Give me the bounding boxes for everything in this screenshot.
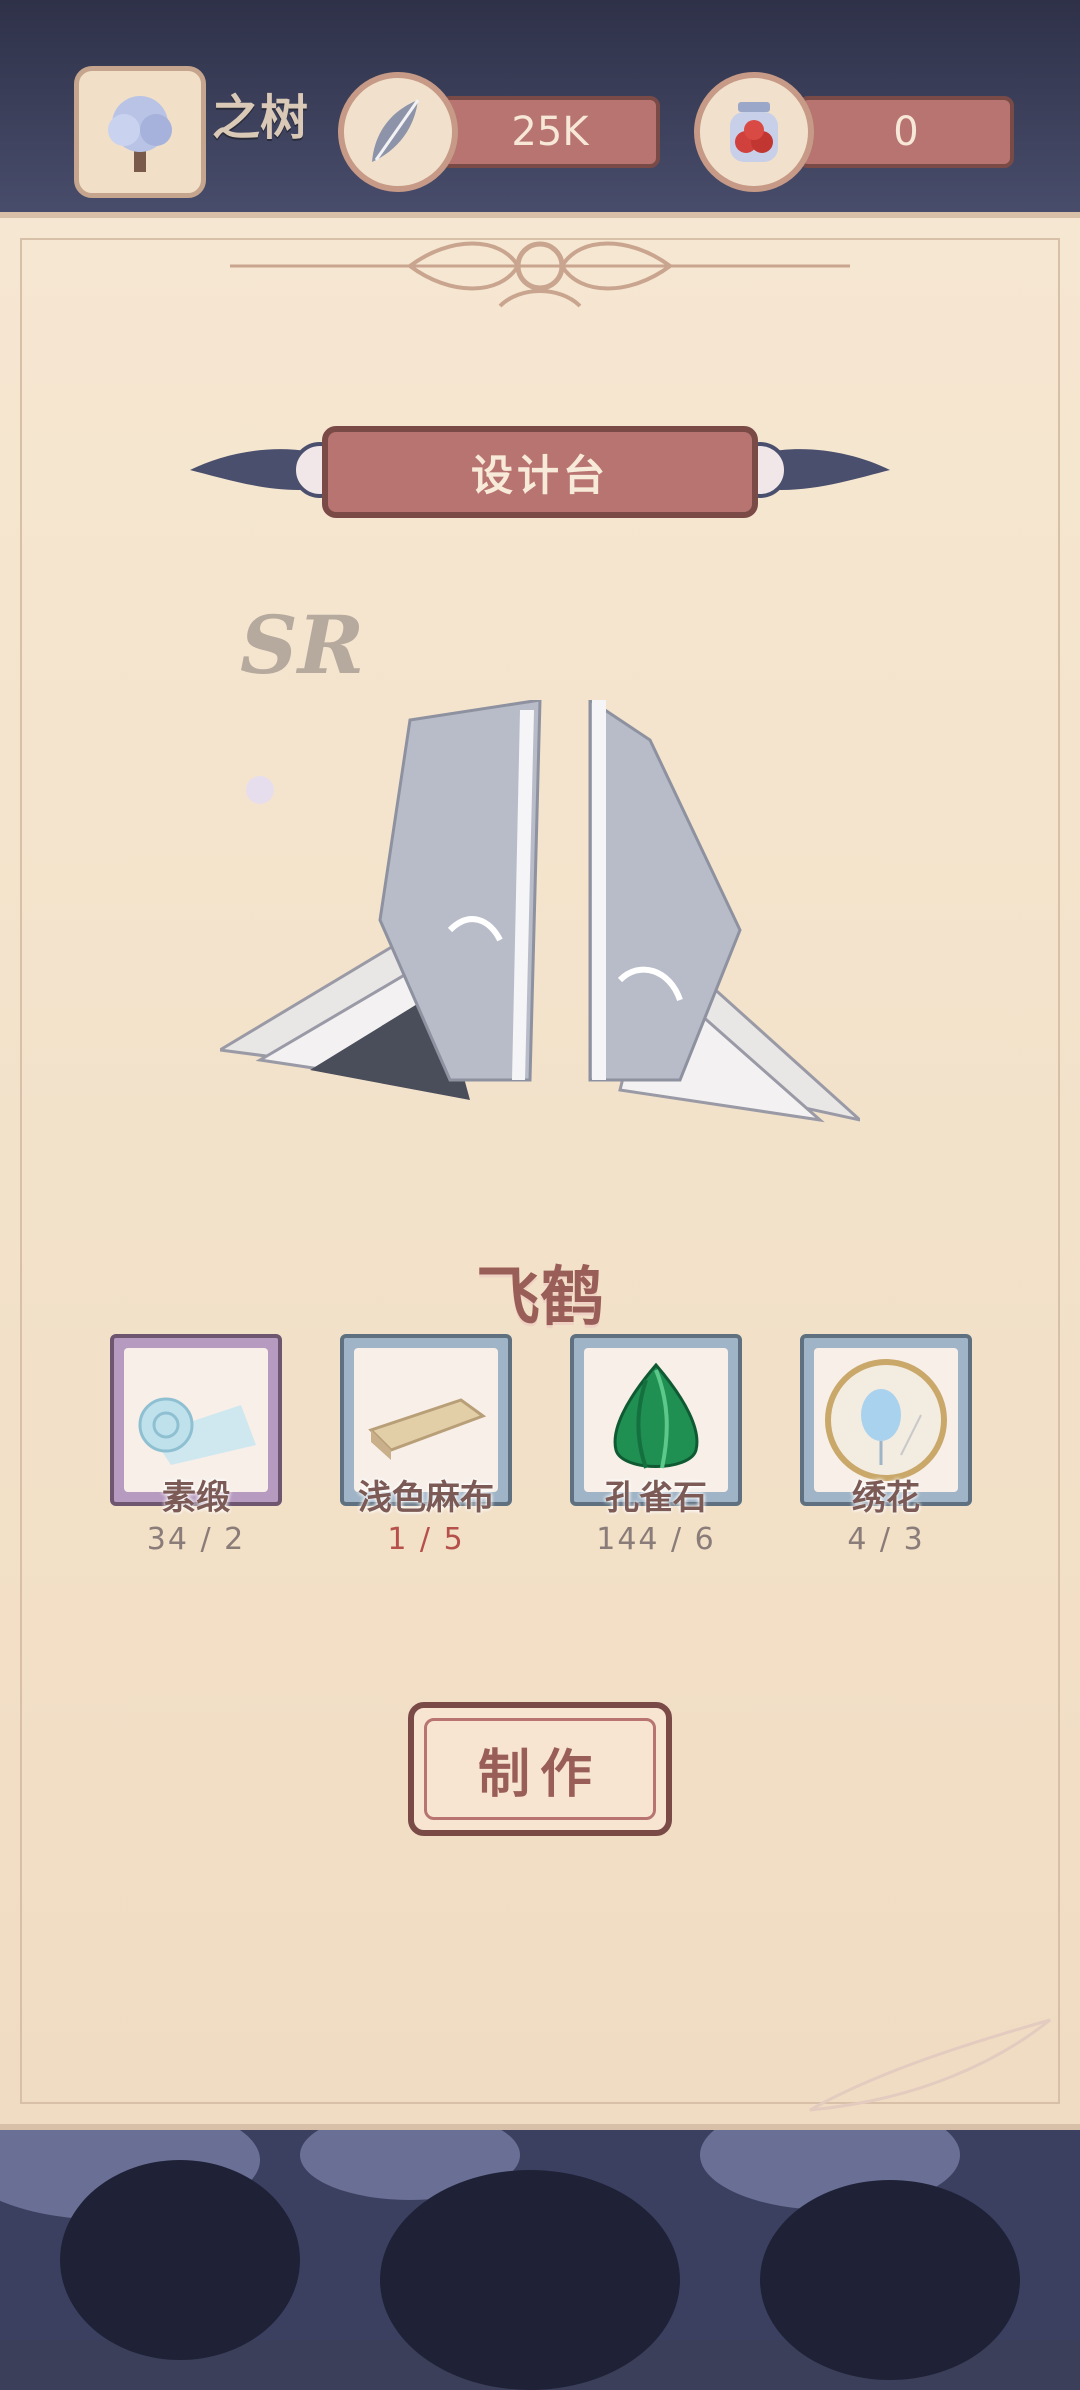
- rarity-badge: SR: [240, 598, 365, 692]
- berry-jar-icon-button[interactable]: [694, 72, 814, 192]
- material-name: 浅色麻布: [358, 1478, 494, 1518]
- tree-name-label: 之树: [212, 90, 309, 146]
- item-name: 飞鹤: [476, 1261, 604, 1335]
- embroidery-hoop-icon: [825, 1359, 947, 1481]
- craft-button[interactable]: 制作: [408, 1702, 672, 1836]
- crane-robe-illustration: [220, 700, 860, 1123]
- material-name: 孔雀石: [605, 1478, 707, 1518]
- banner-right-wing: [740, 442, 890, 498]
- satin-roll-icon: [138, 1397, 256, 1465]
- feather-icon: [372, 99, 420, 162]
- panel-ornament: [230, 241, 850, 308]
- material-name: 素缎: [162, 1478, 230, 1518]
- material-count: 4 / 3: [847, 1522, 925, 1557]
- feather-counter: 25K: [440, 96, 660, 168]
- tree-icon: [108, 96, 172, 172]
- tree-avatar-button[interactable]: [74, 66, 206, 198]
- feather-amount: 25K: [511, 109, 589, 155]
- background-scenery-bottom: [0, 2100, 1080, 2390]
- panel-title: 设计台: [470, 450, 609, 500]
- material-count: 34 / 2: [146, 1522, 246, 1557]
- banner-left-wing: [190, 442, 340, 498]
- malachite-gem-icon: [613, 1362, 699, 1469]
- material-count: 144 / 6: [596, 1522, 716, 1557]
- craft-button-label: 制作: [477, 1744, 602, 1805]
- berry-counter: 0: [798, 96, 1014, 168]
- material-name: 绣花: [852, 1478, 920, 1518]
- feather-icon-button[interactable]: [338, 72, 458, 192]
- berry-amount: 0: [893, 109, 919, 155]
- quill-feather-decoration: [809, 2018, 1051, 2112]
- title-banner: 设计台: [322, 426, 758, 518]
- linen-cloth-icon: [368, 1398, 487, 1460]
- berry-jar-icon: [730, 102, 778, 162]
- material-count-insufficient: 1 / 5: [387, 1522, 465, 1557]
